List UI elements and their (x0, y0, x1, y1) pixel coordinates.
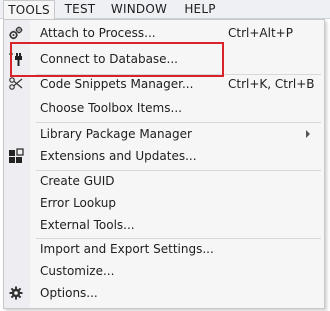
menu-item-label: Library Package Manager (40, 127, 192, 141)
menu-item-library-package-manager[interactable]: Library Package Manager (4, 124, 324, 144)
menu-item-label: Code Snippets Manager... (40, 77, 194, 91)
menu-item-choose-toolbox-items[interactable]: Choose Toolbox Items... (4, 98, 324, 118)
gears-icon (8, 25, 24, 41)
menu-item-label: External Tools... (40, 218, 135, 232)
menu-item-label: Create GUID (40, 174, 115, 188)
menu-bar: TOOLS TEST WINDOW HELP (0, 0, 330, 20)
menu-item-error-lookup[interactable]: Error Lookup (4, 193, 324, 213)
snippet-icon (8, 76, 24, 92)
menu-separator (36, 122, 321, 123)
menu-item-label: Choose Toolbox Items... (40, 101, 182, 115)
menu-item-shortcut: Ctrl+K, Ctrl+B (228, 77, 315, 91)
menu-item-create-guid[interactable]: Create GUID (4, 171, 324, 191)
menu-item-extensions-and-updates[interactable]: Extensions and Updates... (4, 146, 324, 166)
tools-dropdown-menu: Attach to Process... Ctrl+Alt+P Connect … (3, 19, 325, 309)
gear-icon (8, 285, 24, 301)
menu-item-label: Options... (40, 286, 98, 300)
menu-item-label: Extensions and Updates... (40, 149, 197, 163)
menu-help[interactable]: HELP (180, 0, 220, 19)
menu-item-attach-to-process[interactable]: Attach to Process... Ctrl+Alt+P (4, 23, 324, 43)
highlight-box (10, 42, 224, 77)
menu-item-label: Error Lookup (40, 196, 117, 210)
menu-item-shortcut: Ctrl+Alt+P (228, 26, 293, 40)
menu-window[interactable]: WINDOW (108, 0, 170, 19)
menu-item-options[interactable]: Options... (4, 283, 324, 303)
extensions-icon (8, 148, 24, 164)
menu-item-customize[interactable]: Customize... (4, 261, 324, 281)
menu-item-external-tools[interactable]: External Tools... (4, 215, 324, 235)
submenu-arrow-icon (306, 130, 310, 138)
menu-test[interactable]: TEST (62, 0, 98, 19)
menu-item-label: Import and Export Settings... (40, 242, 214, 256)
menu-item-label: Customize... (40, 264, 115, 278)
menu-item-label: Attach to Process... (40, 26, 156, 40)
menu-item-code-snippets-manager[interactable]: Code Snippets Manager... Ctrl+K, Ctrl+B (4, 74, 324, 94)
menu-tools[interactable]: TOOLS (3, 0, 55, 20)
menu-item-import-export-settings[interactable]: Import and Export Settings... (4, 239, 324, 259)
